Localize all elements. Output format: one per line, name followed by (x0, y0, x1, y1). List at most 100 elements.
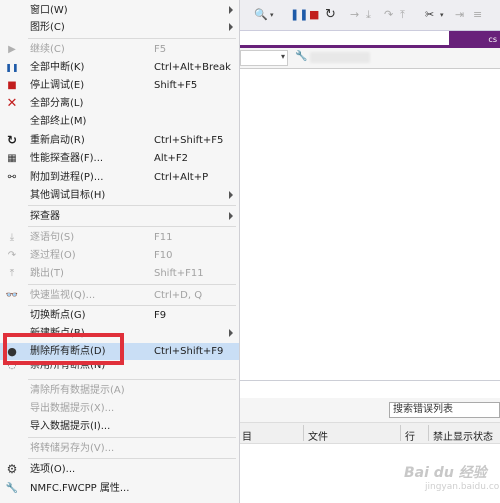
menu-item-performance-profiler[interactable]: ▦ 性能探查器(F)... Alt+F2 (0, 150, 239, 167)
menu-item-import-datatips[interactable]: 导入数据提示(I)... (0, 418, 239, 435)
menu-item-save-dump-as[interactable]: 将转储另存为(V)... (0, 440, 239, 457)
menu-item-label: 切换断点(G) (30, 310, 86, 321)
menu-item-label: 全部终止(M) (30, 116, 87, 127)
menu-item-label: 逐过程(O) (30, 250, 76, 261)
dropdown-icon[interactable]: ▾ (440, 7, 444, 23)
editor-area[interactable] (240, 68, 500, 69)
menu-item-attach-to-process[interactable]: ⚯ 附加到进程(P)... Ctrl+Alt+P (0, 169, 239, 186)
detach-icon: ✕ (6, 96, 18, 111)
menu-item-toggle-breakpoint[interactable]: 切换断点(G) F9 (0, 307, 239, 324)
watermark: Bai du 经验 (404, 465, 487, 481)
menu-item-label: 全部分离(L) (30, 98, 84, 109)
menu-item-clear-datatips[interactable]: 清除所有数据提示(A) (0, 382, 239, 399)
menu-item-shortcut: Ctrl+Shift+F5 (154, 135, 224, 146)
menu-item-label: 继续(C) (30, 44, 65, 55)
dropdown-icon[interactable]: ▾ (270, 7, 274, 23)
column-header[interactable]: 行 (405, 428, 415, 443)
toolbar-step-into-icon[interactable]: ⤓ (366, 7, 371, 23)
highlight-annotation-box (3, 333, 124, 365)
toolbar-debug-icon[interactable]: ✂ (425, 7, 434, 23)
menu-item-label: 探查器 (30, 211, 60, 222)
menu-separator (28, 205, 236, 206)
toolbar-next-icon[interactable]: → (350, 7, 359, 23)
toolbar-pause-icon[interactable]: ❚❚ (290, 7, 308, 23)
toolbar-restart-icon[interactable]: ↻ (325, 7, 336, 23)
submenu-arrow-icon (229, 6, 233, 14)
menu-item-label: NMFC.FWCPP 属性... (30, 483, 130, 494)
menu-item-options[interactable]: ⚙ 选项(O)... (0, 461, 239, 478)
error-list-search-input[interactable]: 搜索错误列表 (389, 402, 500, 418)
menu-item-profiler[interactable]: 探查器 (0, 208, 239, 225)
submenu-arrow-icon (229, 329, 233, 337)
menu-item-export-datatips[interactable]: 导出数据提示(X)... (0, 400, 239, 417)
menu-item-shortcut: Alt+F2 (154, 153, 189, 164)
toolbar-extra-icon[interactable]: ⇥ (455, 7, 464, 23)
menu-item-terminate-all[interactable]: 全部终止(M) (0, 113, 239, 130)
toolbar-step-out-icon[interactable]: ⤒ (400, 7, 405, 23)
menu-item-label: 窗口(W) (30, 5, 68, 16)
find-icon[interactable]: 🔍 (254, 7, 268, 23)
menu-item-stop-debugging[interactable]: ■ 停止调试(E) Shift+F5 (0, 77, 239, 94)
menu-separator (28, 305, 236, 306)
menu-item-label: 清除所有数据提示(A) (30, 385, 125, 396)
step-out-icon: ⤒ (9, 268, 15, 279)
menu-item-shortcut: Ctrl+Alt+Break (154, 62, 231, 73)
toolbar-extra-icon[interactable]: ≡ (473, 7, 482, 23)
menu-separator (28, 38, 236, 39)
stop-icon: ■ (7, 80, 17, 91)
profiler-icon: ▦ (7, 153, 17, 164)
menu-item-label: 性能探查器(F)... (30, 153, 104, 164)
column-header[interactable]: 文件 (308, 428, 328, 443)
menu-item-shortcut: Shift+F11 (154, 268, 204, 279)
attach-icon: ⚯ (7, 172, 17, 183)
menu-separator (28, 458, 236, 459)
menu-item-step-out[interactable]: ⤒ 跳出(T) Shift+F11 (0, 265, 239, 282)
menu-item-continue[interactable]: ▶ 继续(C) F5 (0, 41, 239, 58)
menu-item-shortcut: Ctrl+Alt+P (154, 172, 209, 183)
wrench-icon: 🔧 (5, 483, 19, 494)
menu-item-label: 快速监视(Q)... (30, 290, 96, 301)
member-combo[interactable] (310, 52, 370, 63)
menu-item-step-into[interactable]: ⤓ 逐语句(S) F11 (0, 229, 239, 246)
wrench-icon[interactable]: 🔧 (295, 51, 307, 62)
menu-item-label: 逐语句(S) (30, 232, 75, 243)
menu-item-detach-all[interactable]: ✕ 全部分离(L) (0, 95, 239, 112)
continue-icon: ▶ (8, 44, 16, 55)
panel-divider[interactable] (240, 380, 500, 381)
menu-item-shortcut: Ctrl+D, Q (154, 290, 203, 301)
error-list-header: 目 文件 行 禁止显示状态 (240, 422, 500, 444)
toolbar-step-over-icon[interactable]: ↷ (384, 7, 393, 23)
menu-separator (28, 437, 236, 438)
watermark-url: jingyan.baidu.com (425, 482, 500, 492)
menu-item-label: 附加到进程(P)... (30, 172, 104, 183)
debug-menu: 窗口(W) 图形(C) ▶ 继续(C) F5 ❚❚ 全部中断(K) Ctrl+A… (0, 0, 240, 503)
menu-item-label: 导出数据提示(X)... (30, 403, 115, 414)
menu-item-label: 选项(O)... (30, 464, 76, 475)
step-into-icon: ⤓ (9, 232, 15, 243)
menu-item-other-debug-targets[interactable]: 其他调试目标(H) (0, 187, 239, 204)
menu-item-label: 其他调试目标(H) (30, 190, 106, 201)
navigation-bar: ▾ (240, 48, 500, 69)
menu-item-quickwatch[interactable]: 👓 快速监视(Q)... Ctrl+D, Q (0, 287, 239, 304)
menu-item-graphics[interactable]: 图形(C) (0, 19, 239, 36)
submenu-arrow-icon (229, 212, 233, 220)
menu-item-window[interactable]: 窗口(W) (0, 2, 239, 19)
menu-separator (28, 284, 236, 285)
menu-separator (28, 379, 236, 380)
menu-item-shortcut: F9 (154, 310, 167, 321)
menu-item-shortcut: F5 (154, 44, 167, 55)
menu-item-restart[interactable]: ↻ 重新启动(R) Ctrl+Shift+F5 (0, 132, 239, 149)
toolbar-stop-icon[interactable]: ■ (309, 7, 319, 23)
restart-icon: ↻ (6, 133, 18, 147)
menu-item-project-properties[interactable]: 🔧 NMFC.FWCPP 属性... (0, 480, 239, 497)
column-header[interactable]: 目 (242, 428, 252, 443)
submenu-arrow-icon (229, 191, 233, 199)
menu-item-shortcut: F10 (154, 250, 173, 261)
menu-separator (28, 226, 236, 227)
scope-combo[interactable]: ▾ (240, 50, 288, 66)
menu-item-label: 全部中断(K) (30, 62, 85, 73)
menu-item-label: 图形(C) (30, 22, 65, 33)
menu-item-step-over[interactable]: ↷ 逐过程(O) F10 (0, 247, 239, 264)
menu-item-break-all[interactable]: ❚❚ 全部中断(K) Ctrl+Alt+Break (0, 59, 239, 76)
column-header[interactable]: 禁止显示状态 (433, 428, 493, 443)
